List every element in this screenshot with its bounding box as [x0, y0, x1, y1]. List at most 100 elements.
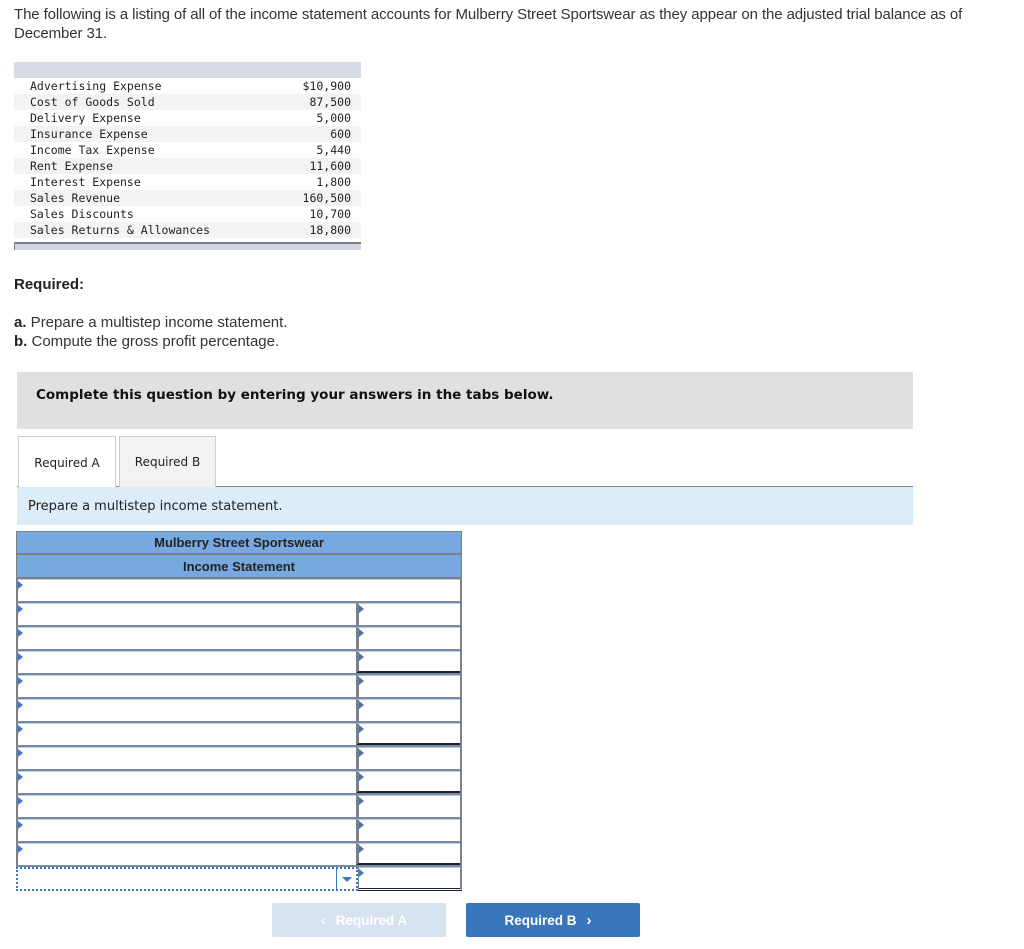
- input-marker-icon: [18, 797, 23, 805]
- required-item-b-text: Compute the gross profit percentage.: [27, 333, 280, 350]
- input-marker-icon: [18, 605, 23, 613]
- trial-balance-row: Sales Revenue 160,500: [14, 190, 361, 206]
- account-amount: 11,600: [309, 159, 351, 173]
- statement-row: [16, 627, 462, 651]
- amount-input[interactable]: [356, 675, 460, 697]
- input-marker-icon: [359, 629, 364, 637]
- amount-input[interactable]: [358, 867, 462, 891]
- input-marker-icon: [359, 725, 364, 733]
- statement-row-select: [16, 867, 462, 891]
- tab-instruction: Prepare a multistep income statement.: [17, 487, 913, 525]
- account-amount: 1,800: [316, 175, 351, 189]
- account-label-input[interactable]: [18, 627, 356, 649]
- account-label-input[interactable]: [18, 651, 356, 673]
- input-marker-icon: [18, 773, 23, 781]
- input-marker-icon: [359, 821, 364, 829]
- amount-input[interactable]: [356, 819, 460, 841]
- amount-input[interactable]: [356, 795, 460, 817]
- account-amount: 160,500: [302, 191, 351, 205]
- account-name: Advertising Expense: [30, 79, 162, 93]
- account-label-input[interactable]: [18, 795, 356, 817]
- statement-date-input[interactable]: [18, 579, 460, 601]
- account-label-input[interactable]: [18, 771, 356, 793]
- trial-balance-row: Interest Expense 1,800: [14, 174, 361, 190]
- account-name: Rent Expense: [30, 159, 114, 173]
- amount-input[interactable]: [356, 603, 460, 625]
- input-marker-icon: [18, 581, 23, 589]
- statement-row: [16, 843, 462, 867]
- amount-input[interactable]: [356, 747, 460, 769]
- statement-row: [16, 603, 462, 627]
- trial-balance-row: Cost of Goods Sold 87,500: [14, 94, 361, 110]
- account-amount: 5,440: [316, 143, 351, 157]
- previous-button-label: Required A: [335, 912, 408, 928]
- input-marker-icon: [359, 773, 364, 781]
- trial-balance-row: Sales Returns & Allowances 18,800: [14, 222, 361, 238]
- amount-input[interactable]: [356, 627, 460, 649]
- amount-input[interactable]: [356, 771, 460, 793]
- account-label-input[interactable]: [18, 819, 356, 841]
- income-statement-form: Mulberry Street Sportswear Income Statem…: [16, 531, 462, 891]
- account-name: Sales Discounts: [30, 207, 134, 221]
- account-name: Sales Revenue: [30, 191, 121, 205]
- required-list: a. Prepare a multistep income statement.…: [14, 313, 287, 351]
- input-marker-icon: [359, 653, 364, 661]
- trial-balance-footer: [14, 242, 361, 250]
- amount-input[interactable]: [356, 723, 460, 745]
- account-label-input[interactable]: [18, 723, 356, 745]
- required-item-a-label: a.: [14, 314, 27, 331]
- tab-required-a[interactable]: Required A: [18, 436, 116, 488]
- input-marker-icon: [359, 749, 364, 757]
- account-select-dropdown[interactable]: [16, 867, 358, 891]
- required-item-b-label: b.: [14, 333, 28, 350]
- trial-balance-row: Rent Expense 11,600: [14, 158, 361, 174]
- account-label-input[interactable]: [18, 699, 356, 721]
- account-amount: $10,900: [302, 79, 351, 93]
- statement-row: [16, 675, 462, 699]
- next-required-b-button[interactable]: Required B ›: [466, 903, 640, 937]
- input-marker-icon: [359, 797, 364, 805]
- tab-required-b[interactable]: Required B: [119, 436, 216, 487]
- trial-balance-row: Insurance Expense 600: [14, 126, 361, 142]
- statement-row: [16, 579, 462, 603]
- statement-row: [16, 771, 462, 795]
- required-item-a-text: Prepare a multistep income statement.: [26, 314, 288, 331]
- previous-required-a-button[interactable]: ‹ Required A: [272, 903, 446, 937]
- chevron-down-icon[interactable]: [336, 869, 356, 889]
- next-button-label: Required B: [504, 912, 577, 928]
- account-label-input[interactable]: [18, 843, 356, 865]
- account-label-input[interactable]: [18, 675, 356, 697]
- amount-input[interactable]: [356, 843, 460, 865]
- input-marker-icon: [18, 821, 23, 829]
- required-item-b: b. Compute the gross profit percentage.: [14, 332, 287, 351]
- intro-text: The following is a listing of all of the…: [14, 6, 963, 42]
- input-marker-icon: [18, 653, 23, 661]
- trial-balance-row: Delivery Expense 5,000: [14, 110, 361, 126]
- statement-title-header: Income Statement: [16, 555, 462, 579]
- account-amount: 87,500: [309, 95, 351, 109]
- trial-balance-row: Sales Discounts 10,700: [14, 206, 361, 222]
- account-name: Income Tax Expense: [30, 143, 155, 157]
- account-amount: 5,000: [316, 111, 351, 125]
- account-name: Delivery Expense: [30, 111, 141, 125]
- input-marker-icon: [18, 629, 23, 637]
- chevron-left-icon: ‹: [320, 911, 326, 929]
- tab-bar: Required A Required B: [17, 436, 913, 488]
- statement-row: [16, 723, 462, 747]
- statement-row: [16, 819, 462, 843]
- account-amount: 18,800: [309, 223, 351, 237]
- input-marker-icon: [18, 749, 23, 757]
- account-amount: 600: [330, 127, 351, 141]
- chevron-right-icon: ›: [586, 911, 592, 929]
- input-marker-icon: [18, 701, 23, 709]
- account-label-input[interactable]: [18, 747, 356, 769]
- input-marker-icon: [359, 845, 364, 853]
- amount-input[interactable]: [356, 651, 460, 673]
- amount-input[interactable]: [356, 699, 460, 721]
- trial-balance-header: [14, 62, 361, 78]
- account-name: Sales Returns & Allowances: [30, 223, 211, 237]
- input-marker-icon: [359, 677, 364, 685]
- account-label-input[interactable]: [18, 603, 356, 625]
- statement-row: [16, 795, 462, 819]
- trial-balance-row: Advertising Expense $10,900: [14, 78, 361, 94]
